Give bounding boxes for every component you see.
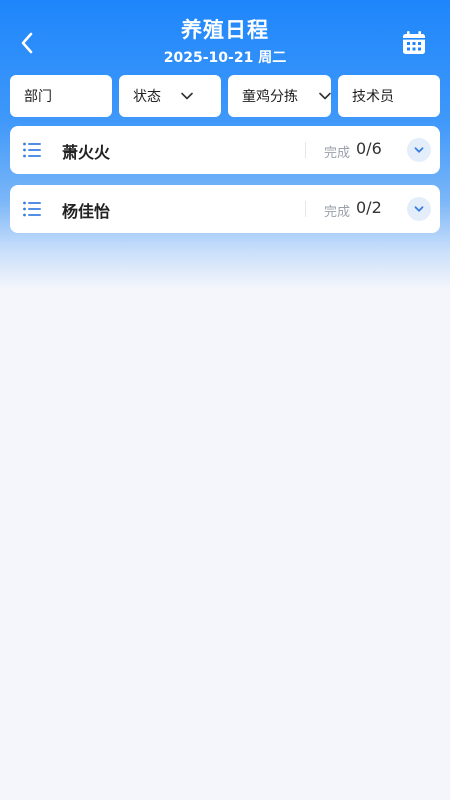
department-filter[interactable]: 部门 xyxy=(10,75,112,117)
person-card[interactable]: 杨佳怡 完成 0/2 xyxy=(10,185,440,233)
done-label: 完成 xyxy=(324,146,351,161)
header-bar: 养殖日程 2025-10-21 周二 xyxy=(0,0,450,72)
department-filter-label: 部门 xyxy=(24,89,52,105)
list-icon xyxy=(23,201,41,217)
person-name: 萧火火 xyxy=(62,143,111,162)
chevron-down-icon xyxy=(319,92,331,100)
person-card[interactable]: 萧火火 完成 0/6 xyxy=(10,126,440,174)
person-name: 杨佳怡 xyxy=(62,202,111,221)
list-icon xyxy=(23,142,41,158)
chevron-down-icon xyxy=(181,92,193,100)
chevron-down-icon xyxy=(414,147,424,153)
expand-button[interactable] xyxy=(407,197,431,221)
technician-filter[interactable]: 技术员 xyxy=(338,75,440,117)
progress-count: 0/6 xyxy=(356,139,382,158)
technician-filter-label: 技术员 xyxy=(352,89,394,105)
divider xyxy=(305,142,306,158)
category-filter-label: 童鸡分拣 xyxy=(242,89,298,105)
status-filter[interactable]: 状态 xyxy=(119,75,221,117)
calendar-icon xyxy=(403,31,425,54)
divider xyxy=(305,201,306,217)
expand-button[interactable] xyxy=(407,138,431,162)
page-title: 养殖日程 xyxy=(181,18,269,42)
done-label: 完成 xyxy=(324,205,351,220)
filter-bar: 部门 状态 童鸡分拣 技术员 xyxy=(10,75,440,117)
page-date: 2025-10-21 周二 xyxy=(163,50,287,66)
status-filter-label: 状态 xyxy=(133,89,161,105)
chevron-down-icon xyxy=(414,206,424,212)
category-filter[interactable]: 童鸡分拣 xyxy=(228,75,331,117)
progress-count: 0/2 xyxy=(356,198,382,217)
calendar-button[interactable] xyxy=(400,28,428,58)
